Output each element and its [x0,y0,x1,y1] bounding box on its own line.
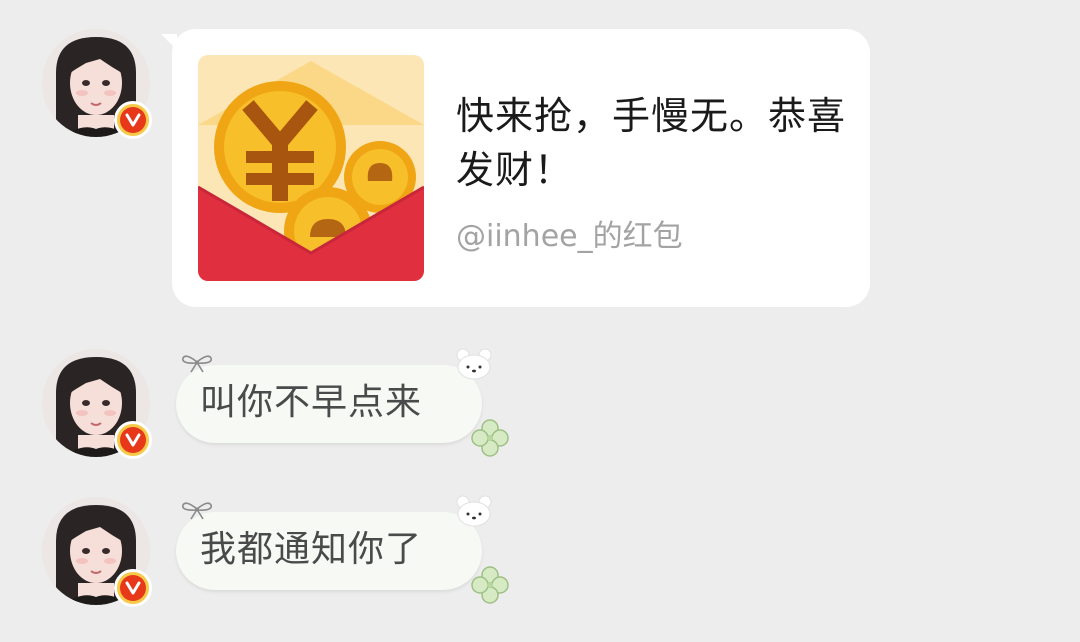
bear-head-icon [456,348,492,380]
sender-avatar[interactable] [42,497,152,607]
ribbon-bow-icon [181,355,213,373]
red-packet-title: 快来抢，手慢无。恭喜发财！ [456,94,847,192]
verified-v-icon [120,575,146,601]
message-bubble[interactable]: 叫你不早点来 [176,365,482,443]
clover-icon [471,566,509,604]
message-text: 叫你不早点来 [200,382,423,423]
verified-v-icon [120,427,146,453]
verified-badge [114,421,152,459]
verified-badge [114,569,152,607]
bear-head-icon [456,495,492,527]
ribbon-bow-icon [181,502,213,520]
message-bubble[interactable]: 我都通知你了 [176,512,482,590]
verified-badge [114,101,152,139]
red-packet-card[interactable]: 快来抢，手慢无。恭喜发财！ @iinhee_的红包 [172,29,870,307]
red-packet-sender: @iinhee_的红包 [456,219,683,254]
sender-avatar[interactable] [42,29,152,139]
clover-icon [471,419,509,457]
message-text: 我都通知你了 [200,529,423,570]
sender-avatar[interactable] [42,349,152,459]
verified-v-icon [120,107,146,133]
red-envelope-coin-icon [198,55,424,281]
